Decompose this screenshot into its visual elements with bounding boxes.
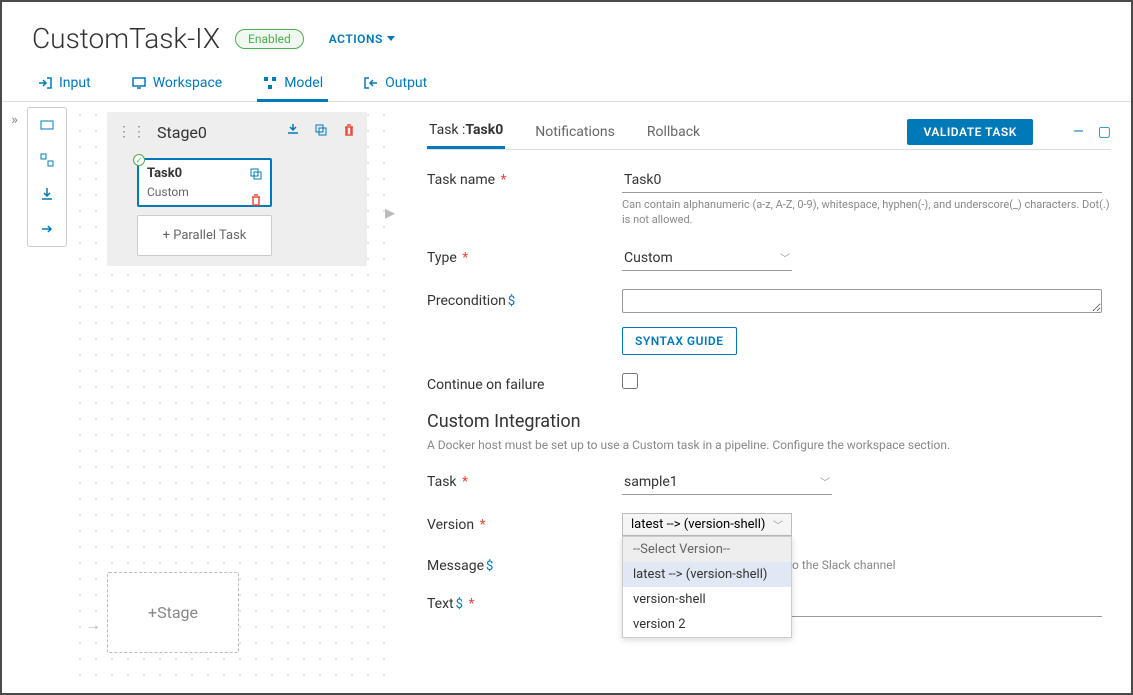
panel-tabs: Task :Task0 Notifications Rollback VALID… bbox=[427, 114, 1111, 150]
custom-integration-heading: Custom Integration bbox=[427, 411, 1111, 432]
collapse-gutter[interactable]: » bbox=[2, 102, 27, 683]
continue-label: Continue on failure bbox=[427, 373, 622, 393]
task-details-panel: Task :Task0 Notifications Rollback VALID… bbox=[397, 102, 1131, 683]
message-hint: o the Slack channel bbox=[792, 558, 896, 572]
task-name-hint: Can contain alphanumeric (a-z, A-Z, 0-9)… bbox=[622, 197, 1111, 228]
drag-handle-icon[interactable]: ⋮⋮ bbox=[117, 124, 147, 140]
precondition-input[interactable] bbox=[622, 289, 1102, 313]
task-status-icon bbox=[133, 154, 145, 166]
type-label: Type * bbox=[427, 246, 622, 271]
task-select[interactable]: sample1 ﹀ bbox=[622, 470, 832, 495]
chevron-down-icon bbox=[387, 36, 395, 41]
panel-tab-task[interactable]: Task :Task0 bbox=[427, 114, 505, 149]
status-badge: Enabled bbox=[235, 29, 304, 49]
stage-delete-icon[interactable] bbox=[341, 122, 357, 142]
message-label: Message$ bbox=[427, 554, 622, 574]
version-dropdown: --Select Version-- latest --> (version-s… bbox=[622, 536, 792, 638]
download-icon[interactable] bbox=[36, 185, 58, 204]
version-option[interactable]: version 2 bbox=[623, 612, 791, 637]
syntax-guide-button[interactable]: SYNTAX GUIDE bbox=[622, 327, 737, 355]
task-subtitle: Custom bbox=[147, 185, 262, 199]
add-parallel-task-button[interactable]: + Parallel Task bbox=[137, 215, 272, 256]
stage-name: Stage0 bbox=[157, 123, 275, 142]
continue-on-failure-checkbox[interactable] bbox=[622, 373, 638, 389]
tab-model[interactable]: Model bbox=[257, 65, 328, 101]
canvas-toolbar bbox=[27, 107, 67, 247]
type-select[interactable]: Custom ﹀ bbox=[622, 246, 792, 271]
stage-copy-icon[interactable] bbox=[313, 122, 329, 142]
stage-arrow-icon: ▸ bbox=[385, 200, 395, 224]
workspace-icon bbox=[131, 75, 147, 91]
minimize-icon[interactable]: — bbox=[1073, 124, 1084, 140]
stage-import-icon[interactable] bbox=[285, 122, 301, 142]
version-label: Version * bbox=[427, 513, 622, 536]
arrow-right-icon[interactable] bbox=[36, 220, 58, 239]
text-label: Text$ * bbox=[427, 592, 622, 617]
tab-input[interactable]: Input bbox=[32, 65, 96, 101]
version-option-header: --Select Version-- bbox=[623, 537, 791, 562]
stage-card[interactable]: ⋮⋮ Stage0 Task0 Custom + Parallel Task ▸ bbox=[107, 112, 367, 266]
tab-output[interactable]: Output bbox=[358, 65, 432, 101]
task-form: Task name * Can contain alphanumeric (a-… bbox=[427, 150, 1111, 617]
actions-dropdown[interactable]: ACTIONS bbox=[329, 32, 395, 46]
task-delete-icon[interactable] bbox=[248, 192, 264, 212]
add-stage-arrow-icon: → bbox=[85, 615, 101, 635]
task-name-input[interactable] bbox=[622, 168, 1102, 193]
chevron-down-icon: ﹀ bbox=[773, 517, 783, 532]
version-select[interactable]: latest --> (version-shell) ﹀ bbox=[622, 513, 792, 536]
main-tabs: Input Workspace Model Output bbox=[2, 65, 1131, 102]
task-name-label: Task name * bbox=[427, 168, 622, 228]
fit-icon[interactable] bbox=[36, 116, 58, 135]
stage-header: ⋮⋮ Stage0 bbox=[117, 122, 357, 150]
page-title: CustomTask-IX bbox=[32, 22, 220, 55]
custom-integration-subtext: A Docker host must be set up to use a Cu… bbox=[427, 438, 1111, 452]
output-icon bbox=[363, 75, 379, 91]
maximize-icon[interactable]: ▢ bbox=[1098, 124, 1111, 140]
chevron-down-icon: ﹀ bbox=[820, 474, 830, 489]
add-stage-button[interactable]: +Stage bbox=[107, 572, 239, 653]
chevron-down-icon: ﹀ bbox=[780, 250, 790, 265]
version-option[interactable]: latest --> (version-shell) bbox=[623, 562, 791, 587]
model-icon bbox=[262, 75, 278, 91]
tab-workspace[interactable]: Workspace bbox=[126, 65, 228, 101]
panel-tab-notifications[interactable]: Notifications bbox=[533, 116, 617, 148]
task-copy-icon[interactable] bbox=[248, 166, 264, 186]
task-card[interactable]: Task0 Custom bbox=[137, 158, 272, 207]
panel-tab-rollback[interactable]: Rollback bbox=[645, 116, 702, 148]
page-header: CustomTask-IX Enabled ACTIONS bbox=[2, 2, 1131, 65]
layout-icon[interactable] bbox=[36, 151, 58, 170]
version-option[interactable]: version-shell bbox=[623, 587, 791, 612]
task-title: Task0 bbox=[147, 166, 262, 181]
main-area: » ⋮⋮ Stage0 Task0 Custom bbox=[2, 102, 1131, 683]
validate-task-button[interactable]: VALIDATE TASK bbox=[907, 119, 1032, 145]
pipeline-canvas[interactable]: ⋮⋮ Stage0 Task0 Custom + Parallel Task ▸ bbox=[67, 102, 397, 683]
precondition-label: Precondition$ bbox=[427, 289, 622, 355]
input-icon bbox=[37, 75, 53, 91]
task-select-label: Task * bbox=[427, 470, 622, 495]
